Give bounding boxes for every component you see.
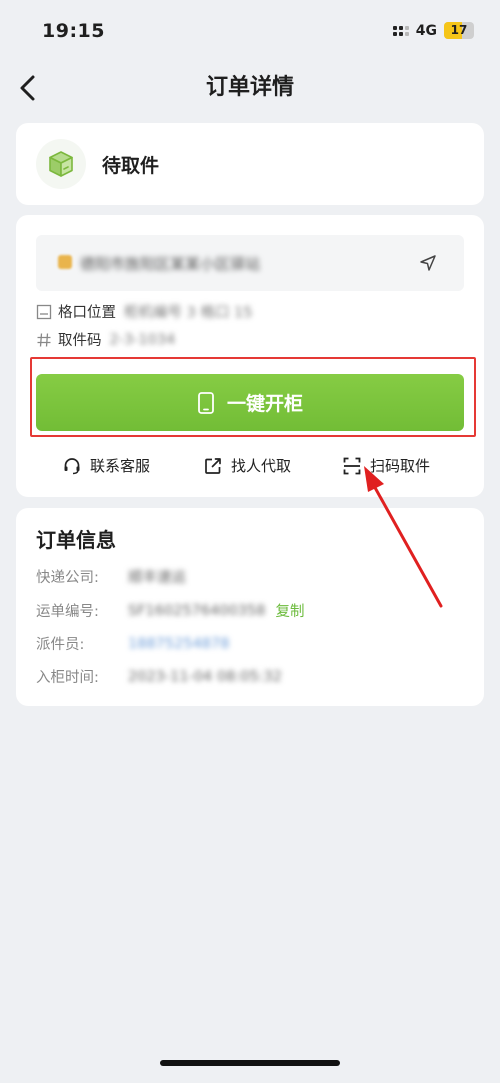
location-pin-icon xyxy=(58,255,72,269)
scan-pickup-button[interactable]: 扫码取件 xyxy=(342,455,430,476)
package-status-text: 待取件 xyxy=(102,155,160,177)
copy-waybill-button[interactable]: 复制 xyxy=(275,600,304,621)
deposit-time-label: 入柜时间: xyxy=(36,670,99,686)
courier-company-row: 快递公司: 顺丰速运 xyxy=(36,566,186,587)
courier-company-value: 顺丰速运 xyxy=(128,570,186,586)
open-cabinet-button[interactable]: 一键开柜 xyxy=(36,374,464,431)
status-time: 19:15 xyxy=(42,20,105,42)
cell-location-line: 格口位置 柜机编号 3 格口 15 xyxy=(36,301,253,322)
pickup-card: 德阳市旌阳区某某小区驿站 格口位置 柜机编号 3 格口 15 取件码 2-3-1… xyxy=(16,215,484,497)
navigate-arrow-icon[interactable] xyxy=(418,253,438,273)
courier-row: 派件员: 18875254878 xyxy=(36,633,229,654)
package-box-icon xyxy=(49,151,73,177)
proxy-pickup-button[interactable]: 找人代取 xyxy=(203,455,291,476)
scan-pickup-label: 扫码取件 xyxy=(370,457,431,475)
headset-icon xyxy=(64,457,80,474)
signal-icon xyxy=(392,25,409,36)
pickup-code-line: 取件码 2-3-1034 xyxy=(36,329,175,350)
status-bar: 19:15 4G 17 xyxy=(0,0,500,60)
address-box[interactable]: 德阳市旌阳区某某小区驿站 xyxy=(36,235,464,291)
pickup-actions: 联系客服 找人代取 扫码取件 xyxy=(16,455,484,479)
cabinet-cell-icon xyxy=(36,304,52,319)
order-info-title: 订单信息 xyxy=(36,528,116,552)
share-external-icon xyxy=(205,457,221,474)
home-indicator xyxy=(160,1060,340,1066)
waybill-value: SF1602576400358 xyxy=(128,602,266,619)
status-indicators: 4G 17 xyxy=(392,22,474,39)
network-type: 4G xyxy=(415,22,437,39)
pickup-code-label: 取件码 xyxy=(58,333,102,349)
page-title: 订单详情 xyxy=(205,75,294,100)
deposit-time-row: 入柜时间: 2023-11-04 08:05:32 xyxy=(36,666,282,687)
pickup-address: 德阳市旌阳区某某小区驿站 xyxy=(80,255,261,273)
cell-location-label: 格口位置 xyxy=(58,305,116,321)
deposit-time-value: 2023-11-04 08:05:32 xyxy=(128,668,282,685)
package-icon-badge xyxy=(36,139,86,189)
phone-icon xyxy=(198,391,214,414)
nav-bar: 订单详情 xyxy=(0,60,500,116)
courier-company-label: 快递公司: xyxy=(36,570,99,586)
courier-label: 派件员: xyxy=(36,637,85,653)
waybill-label: 运单编号: xyxy=(36,604,99,620)
cell-location-value: 柜机编号 3 格口 15 xyxy=(124,305,253,321)
contact-service-button[interactable]: 联系客服 xyxy=(62,455,150,476)
package-status-card: 待取件 xyxy=(16,123,484,205)
order-info-card: 订单信息 快递公司: 顺丰速运 运单编号: SF1602576400358 复制… xyxy=(16,508,484,706)
scan-icon xyxy=(343,457,361,474)
pickup-code-value: 2-3-1034 xyxy=(109,331,176,348)
battery-level: 17 xyxy=(450,23,468,37)
proxy-pickup-label: 找人代取 xyxy=(231,457,292,475)
battery-icon: 17 xyxy=(444,22,474,39)
courier-phone-link[interactable]: 18875254878 xyxy=(128,636,229,652)
hash-icon xyxy=(37,332,51,347)
contact-service-label: 联系客服 xyxy=(90,457,151,475)
waybill-row: 运单编号: SF1602576400358 复制 xyxy=(36,600,304,621)
open-cabinet-label: 一键开柜 xyxy=(226,393,303,415)
